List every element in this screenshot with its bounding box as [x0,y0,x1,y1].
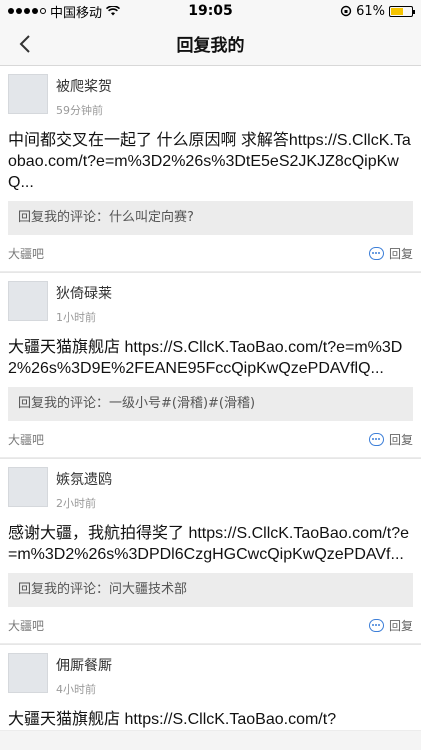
quoted-comment[interactable]: 回复我的评论：一级小号#(滑稽)#(滑稽) [8,387,413,421]
reply-button[interactable]: 回复 [368,617,413,634]
nav-bar: 回复我的 [0,22,421,66]
reply-content[interactable]: 大疆天猫旗舰店 https://S.CllcK.TaoBao.com/t? [8,701,413,730]
reply-button[interactable]: 回复 [368,245,413,262]
reply-content[interactable]: 大疆天猫旗舰店 https://S.CllcK.TaoBao.com/t?e=m… [8,329,413,379]
reply-content[interactable]: 感谢大疆，我航拍得奖了 https://S.CllcK.TaoBao.com/t… [8,515,413,565]
status-right: 61% [340,3,415,19]
orientation-lock-icon [340,5,352,17]
user-meta: 狄倚碌莱 1小时前 [56,281,112,325]
username[interactable]: 被爬桨贺 [56,76,112,96]
user-meta: 被爬桨贺 59分钟前 [56,74,112,118]
wifi-icon [106,6,121,16]
avatar[interactable] [8,467,48,507]
forum-name[interactable]: 大疆吧 [8,617,44,634]
reply-button[interactable]: 回复 [368,431,413,448]
comment-icon [368,432,384,446]
username[interactable]: 嫉氛遗鸥 [56,469,112,489]
user-row: 嫉氛遗鸥 2小时前 [8,467,413,515]
reply-label: 回复 [388,432,413,447]
timestamp: 59分钟前 [56,104,103,117]
timestamp: 2小时前 [56,497,96,510]
user-meta: 嫉氛遗鸥 2小时前 [56,467,112,511]
reply-label: 回复 [388,246,413,261]
page-title: 回复我的 [176,36,245,56]
avatar[interactable] [8,653,48,693]
item-footer: 大疆吧 回复 [8,607,413,643]
carrier-label: 中国移动 [50,5,103,21]
list-item[interactable]: 狄倚碌莱 1小时前 大疆天猫旗舰店 https://S.CllcK.TaoBao… [0,272,421,458]
signal-icon [8,8,46,14]
quoted-comment[interactable]: 回复我的评论：问大疆技术部 [8,573,413,607]
item-footer: 大疆吧 回复 [8,235,413,271]
user-row: 被爬桨贺 59分钟前 [8,74,413,122]
list-item[interactable]: 被爬桨贺 59分钟前 中间都交叉在一起了 什么原因啊 求解答https://S.… [0,66,421,272]
clock: 19:05 [188,3,233,19]
reply-content[interactable]: 中间都交叉在一起了 什么原因啊 求解答https://S.CllcK.Taoba… [8,122,413,193]
timestamp: 1小时前 [56,311,96,324]
forum-name[interactable]: 大疆吧 [8,245,44,262]
quoted-comment[interactable]: 回复我的评论：什么叫定向赛? [8,201,413,235]
battery-percent: 61% [356,3,385,19]
item-footer: 大疆吧 回复 [8,421,413,457]
user-meta: 佣厮餐厮 4小时前 [56,653,112,697]
status-bar: 中国移动 19:05 61% [0,0,421,22]
forum-name[interactable]: 大疆吧 [8,431,44,448]
chevron-left-icon [19,35,30,53]
timestamp: 4小时前 [56,683,96,696]
avatar[interactable] [8,74,48,114]
reply-label: 回复 [388,618,413,633]
back-button[interactable] [10,22,40,66]
battery-icon [389,5,415,17]
reply-list: 被爬桨贺 59分钟前 中间都交叉在一起了 什么原因啊 求解答https://S.… [0,66,421,731]
user-row: 佣厮餐厮 4小时前 [8,653,413,701]
user-row: 狄倚碌莱 1小时前 [8,281,413,329]
comment-icon [368,246,384,260]
list-item[interactable]: 佣厮餐厮 4小时前 大疆天猫旗舰店 https://S.CllcK.TaoBao… [0,644,421,731]
username[interactable]: 佣厮餐厮 [56,655,112,675]
status-left: 中国移动 [8,2,121,21]
comment-icon [368,618,384,632]
avatar[interactable] [8,281,48,321]
list-item[interactable]: 嫉氛遗鸥 2小时前 感谢大疆，我航拍得奖了 https://S.CllcK.Ta… [0,458,421,644]
username[interactable]: 狄倚碌莱 [56,283,112,303]
